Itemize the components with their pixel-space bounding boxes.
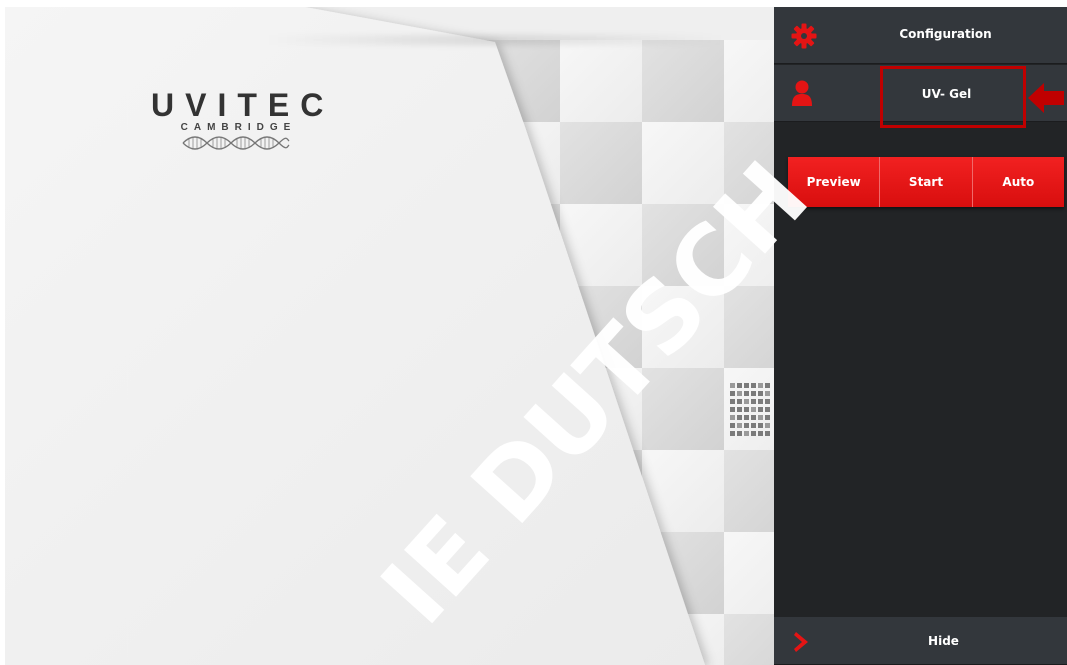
barcode-cell (744, 431, 749, 436)
splash-area: UVITEC CAMBRIDGE (5, 7, 774, 665)
barcode-cell (737, 431, 742, 436)
barcode-cell (730, 423, 735, 428)
barcode-cell (730, 383, 735, 388)
barcode-cell (737, 383, 742, 388)
barcode-cell (751, 383, 756, 388)
barcode-cell (744, 383, 749, 388)
user-icon (792, 80, 812, 106)
barcode-cell (751, 423, 756, 428)
configuration-label: Configuration (899, 27, 992, 41)
barcode-cell (737, 415, 742, 420)
barcode-cell (765, 431, 770, 436)
barcode-cell (730, 399, 735, 404)
barcode-cell (758, 407, 763, 412)
barcode-cell (737, 391, 742, 396)
barcode-cell (751, 407, 756, 412)
barcode-cell (765, 399, 770, 404)
barcode-cell (730, 431, 735, 436)
start-button[interactable]: Start (880, 157, 973, 207)
dna-helix-icon (182, 136, 289, 150)
barcode-cell (758, 431, 763, 436)
action-button-group: Preview Start Auto (788, 157, 1064, 207)
app-window: UVITEC CAMBRIDGE Configuration UV- Gel H… (5, 7, 1067, 665)
barcode-cell (751, 399, 756, 404)
barcode-cell (758, 423, 763, 428)
barcode-graphic (730, 383, 770, 436)
barcode-cell (758, 391, 763, 396)
barcode-cell (737, 423, 742, 428)
barcode-cell (744, 391, 749, 396)
barcode-cell (758, 399, 763, 404)
paper-sheet (5, 7, 705, 665)
top-shadow (265, 35, 725, 45)
hide-button[interactable]: Hide (774, 617, 1067, 665)
barcode-cell (751, 431, 756, 436)
auto-button[interactable]: Auto (972, 157, 1064, 207)
barcode-cell (751, 415, 756, 420)
gear-icon (791, 23, 817, 49)
logo-title: UVITEC (151, 87, 335, 123)
barcode-cell (765, 415, 770, 420)
preview-button[interactable]: Preview (788, 157, 881, 207)
barcode-cell (765, 423, 770, 428)
barcode-cell (737, 407, 742, 412)
barcode-cell (730, 407, 735, 412)
barcode-cell (744, 399, 749, 404)
barcode-cell (744, 407, 749, 412)
barcode-cell (730, 415, 735, 420)
barcode-cell (737, 399, 742, 404)
configuration-button[interactable]: Configuration (774, 7, 1067, 64)
barcode-cell (765, 407, 770, 412)
barcode-cell (765, 383, 770, 388)
barcode-cell (758, 383, 763, 388)
barcode-cell (744, 415, 749, 420)
barcode-cell (744, 423, 749, 428)
barcode-cell (730, 391, 735, 396)
barcode-cell (751, 391, 756, 396)
arrow-left-icon (1028, 83, 1064, 113)
barcode-cell (765, 391, 770, 396)
hide-label: Hide (928, 634, 959, 648)
uvitec-logo: UVITEC CAMBRIDGE (143, 87, 328, 151)
chevron-right-icon (794, 632, 808, 652)
highlight-annotation (880, 66, 1026, 128)
barcode-cell (758, 415, 763, 420)
